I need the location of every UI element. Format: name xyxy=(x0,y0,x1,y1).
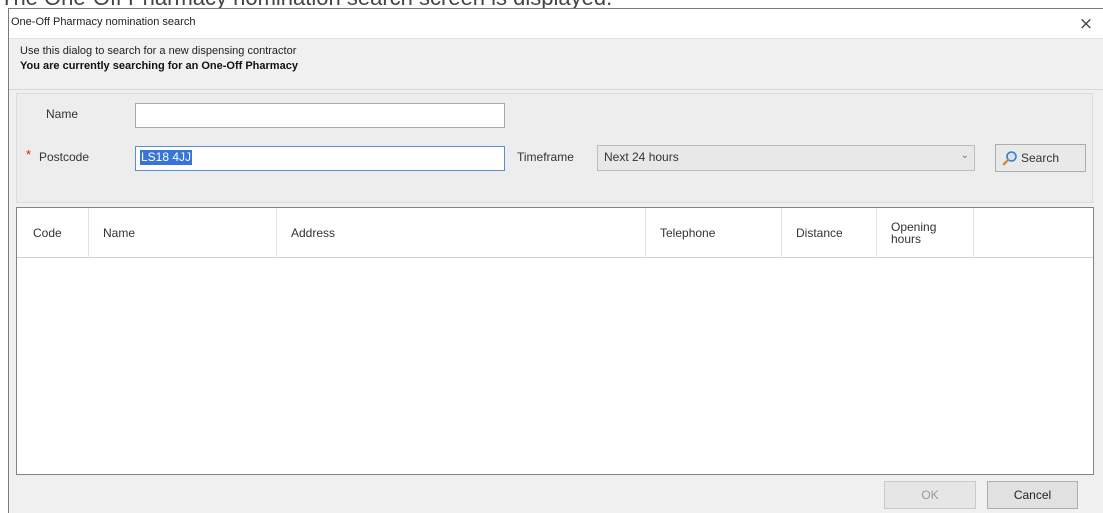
nomination-search-dialog: One-Off Pharmacy nomination search × Use… xyxy=(8,8,1103,513)
screen-caption: The One-Off Pharmacy nomination search s… xyxy=(0,0,612,9)
cancel-button[interactable]: Cancel xyxy=(987,481,1078,509)
search-button-label: Search xyxy=(1021,151,1060,165)
name-input[interactable] xyxy=(135,103,505,128)
postcode-selected-text: LS18 4JJ xyxy=(140,150,193,165)
opening-hours-label: Opening hours xyxy=(891,220,937,246)
window-title: One-Off Pharmacy nomination search xyxy=(11,16,196,28)
column-header-code[interactable]: Code xyxy=(17,208,89,258)
postcode-label: Postcode xyxy=(39,150,90,164)
dialog-footer: OK Cancel xyxy=(9,477,1103,513)
column-header-name[interactable]: Name xyxy=(89,208,277,258)
search-criteria-panel: Name * Postcode LS18 4JJ Timeframe Next … xyxy=(16,93,1093,203)
column-header-telephone[interactable]: Telephone xyxy=(646,208,782,258)
required-indicator: * xyxy=(26,147,32,162)
column-header-address[interactable]: Address xyxy=(277,208,646,258)
column-header-distance[interactable]: Distance xyxy=(782,208,877,258)
info-current-search: You are currently searching for an One-O… xyxy=(20,60,298,72)
magnifier-icon xyxy=(1002,151,1017,166)
title-bar: One-Off Pharmacy nomination search × xyxy=(9,9,1103,39)
name-label: Name xyxy=(46,107,79,121)
grid-header: Code Name Address Telephone Distance Ope… xyxy=(17,208,1093,258)
timeframe-selected-value: Next 24 hours xyxy=(604,150,679,164)
column-header-opening-hours[interactable]: Opening hours xyxy=(877,208,974,258)
timeframe-select[interactable]: Next 24 hours ⌄ xyxy=(597,145,975,171)
close-icon[interactable]: × xyxy=(1075,13,1097,35)
search-button[interactable]: Search xyxy=(995,144,1086,172)
timeframe-label: Timeframe xyxy=(517,150,574,164)
results-grid[interactable]: Code Name Address Telephone Distance Ope… xyxy=(16,207,1094,475)
postcode-input[interactable]: LS18 4JJ xyxy=(135,146,505,171)
chevron-down-icon: ⌄ xyxy=(960,150,969,161)
ok-button[interactable]: OK xyxy=(884,481,976,509)
info-banner: Use this dialog to search for a new disp… xyxy=(9,40,1103,90)
info-description: Use this dialog to search for a new disp… xyxy=(20,45,297,57)
